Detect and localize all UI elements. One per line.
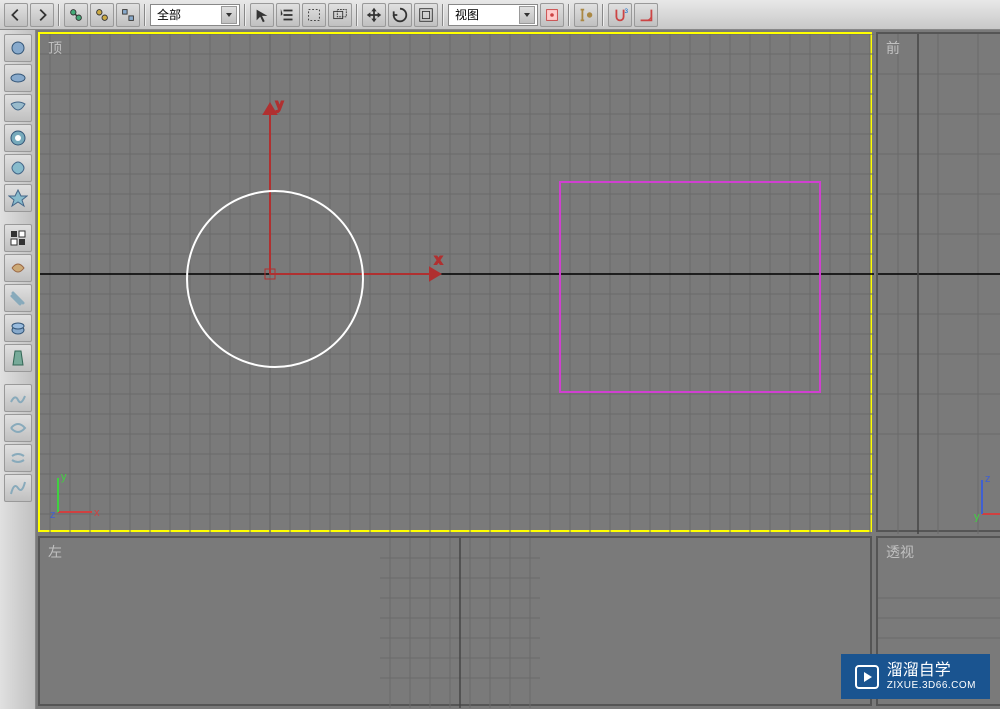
play-icon [855,665,879,689]
dropdown-label: 全部 [157,6,221,23]
viewport-grid: x y [40,34,874,534]
viewport-label: 顶 [48,38,62,58]
gizmo-z-label: z [50,509,56,520]
select-and-manipulate-button[interactable] [574,3,598,27]
separator [442,4,444,26]
tool-button-1[interactable] [4,34,32,62]
svg-text:z: z [985,473,991,485]
tool-button-11[interactable] [4,344,32,372]
tool-button-6[interactable] [4,184,32,212]
select-by-name-button[interactable] [276,3,300,27]
redo-button[interactable] [30,3,54,27]
selection-filter-dropdown[interactable]: 全部 [150,4,240,26]
unlink-button[interactable] [90,3,114,27]
axis-y-label: y [276,96,283,112]
gizmo-y-label: y [61,471,67,483]
tool-button-7[interactable] [4,224,32,252]
separator [144,4,146,26]
undo-button[interactable] [4,3,28,27]
axis-gizmo-icon: x y z [50,470,100,520]
tool-button-4[interactable] [4,124,32,152]
viewport-label: 左 [48,542,62,562]
selection-region-button[interactable] [302,3,326,27]
gizmo-x-label: x [94,507,100,519]
axis-gizmo-icon: x z y [974,472,1000,522]
viewport-area: 顶 x y [36,30,1000,709]
tool-button-12[interactable] [4,384,32,412]
select-and-scale-button[interactable] [414,3,438,27]
select-object-button[interactable] [250,3,274,27]
separator [568,4,570,26]
viewport-grid [40,538,874,708]
tool-button-3[interactable] [4,94,32,122]
select-and-move-button[interactable] [362,3,386,27]
window-crossing-button[interactable] [328,3,352,27]
tool-button-13[interactable] [4,414,32,442]
chevron-down-icon [519,6,535,24]
separator [602,4,604,26]
tool-button-8[interactable] [4,254,32,282]
separator [58,4,60,26]
reference-coord-dropdown[interactable]: 视图 [448,4,538,26]
viewport-label: 前 [886,38,900,58]
svg-text:y: y [974,511,980,522]
tool-button-9[interactable] [4,284,32,312]
watermark-title: 溜溜自学 [887,662,976,680]
select-and-rotate-button[interactable] [388,3,412,27]
watermark-url: ZIXUE.3D66.COM [887,680,976,691]
viewport-top[interactable]: 顶 x y [38,32,872,532]
angle-snap-button[interactable] [634,3,658,27]
separator [244,4,246,26]
tool-button-14[interactable] [4,444,32,472]
watermark: 溜溜自学 ZIXUE.3D66.COM [841,654,990,699]
viewport-label: 透视 [886,542,914,562]
top-toolbar: 全部 视图 3 [0,0,1000,30]
chevron-down-icon [221,6,237,24]
tool-button-15[interactable] [4,474,32,502]
dropdown-label: 视图 [455,6,519,23]
svg-text:3: 3 [625,8,629,15]
viewport-grid [878,34,1000,534]
viewport-left[interactable]: 左 [38,536,872,706]
tool-button-10[interactable] [4,314,32,342]
tool-button-5[interactable] [4,154,32,182]
link-button[interactable] [64,3,88,27]
viewport-front[interactable]: 前 x z y [876,32,1000,532]
tool-button-2[interactable] [4,64,32,92]
use-pivot-button[interactable] [540,3,564,27]
side-toolbar [0,30,36,709]
separator [356,4,358,26]
bind-button[interactable] [116,3,140,27]
axis-x-label: x [435,251,442,267]
snap-toggle-button[interactable]: 3 [608,3,632,27]
